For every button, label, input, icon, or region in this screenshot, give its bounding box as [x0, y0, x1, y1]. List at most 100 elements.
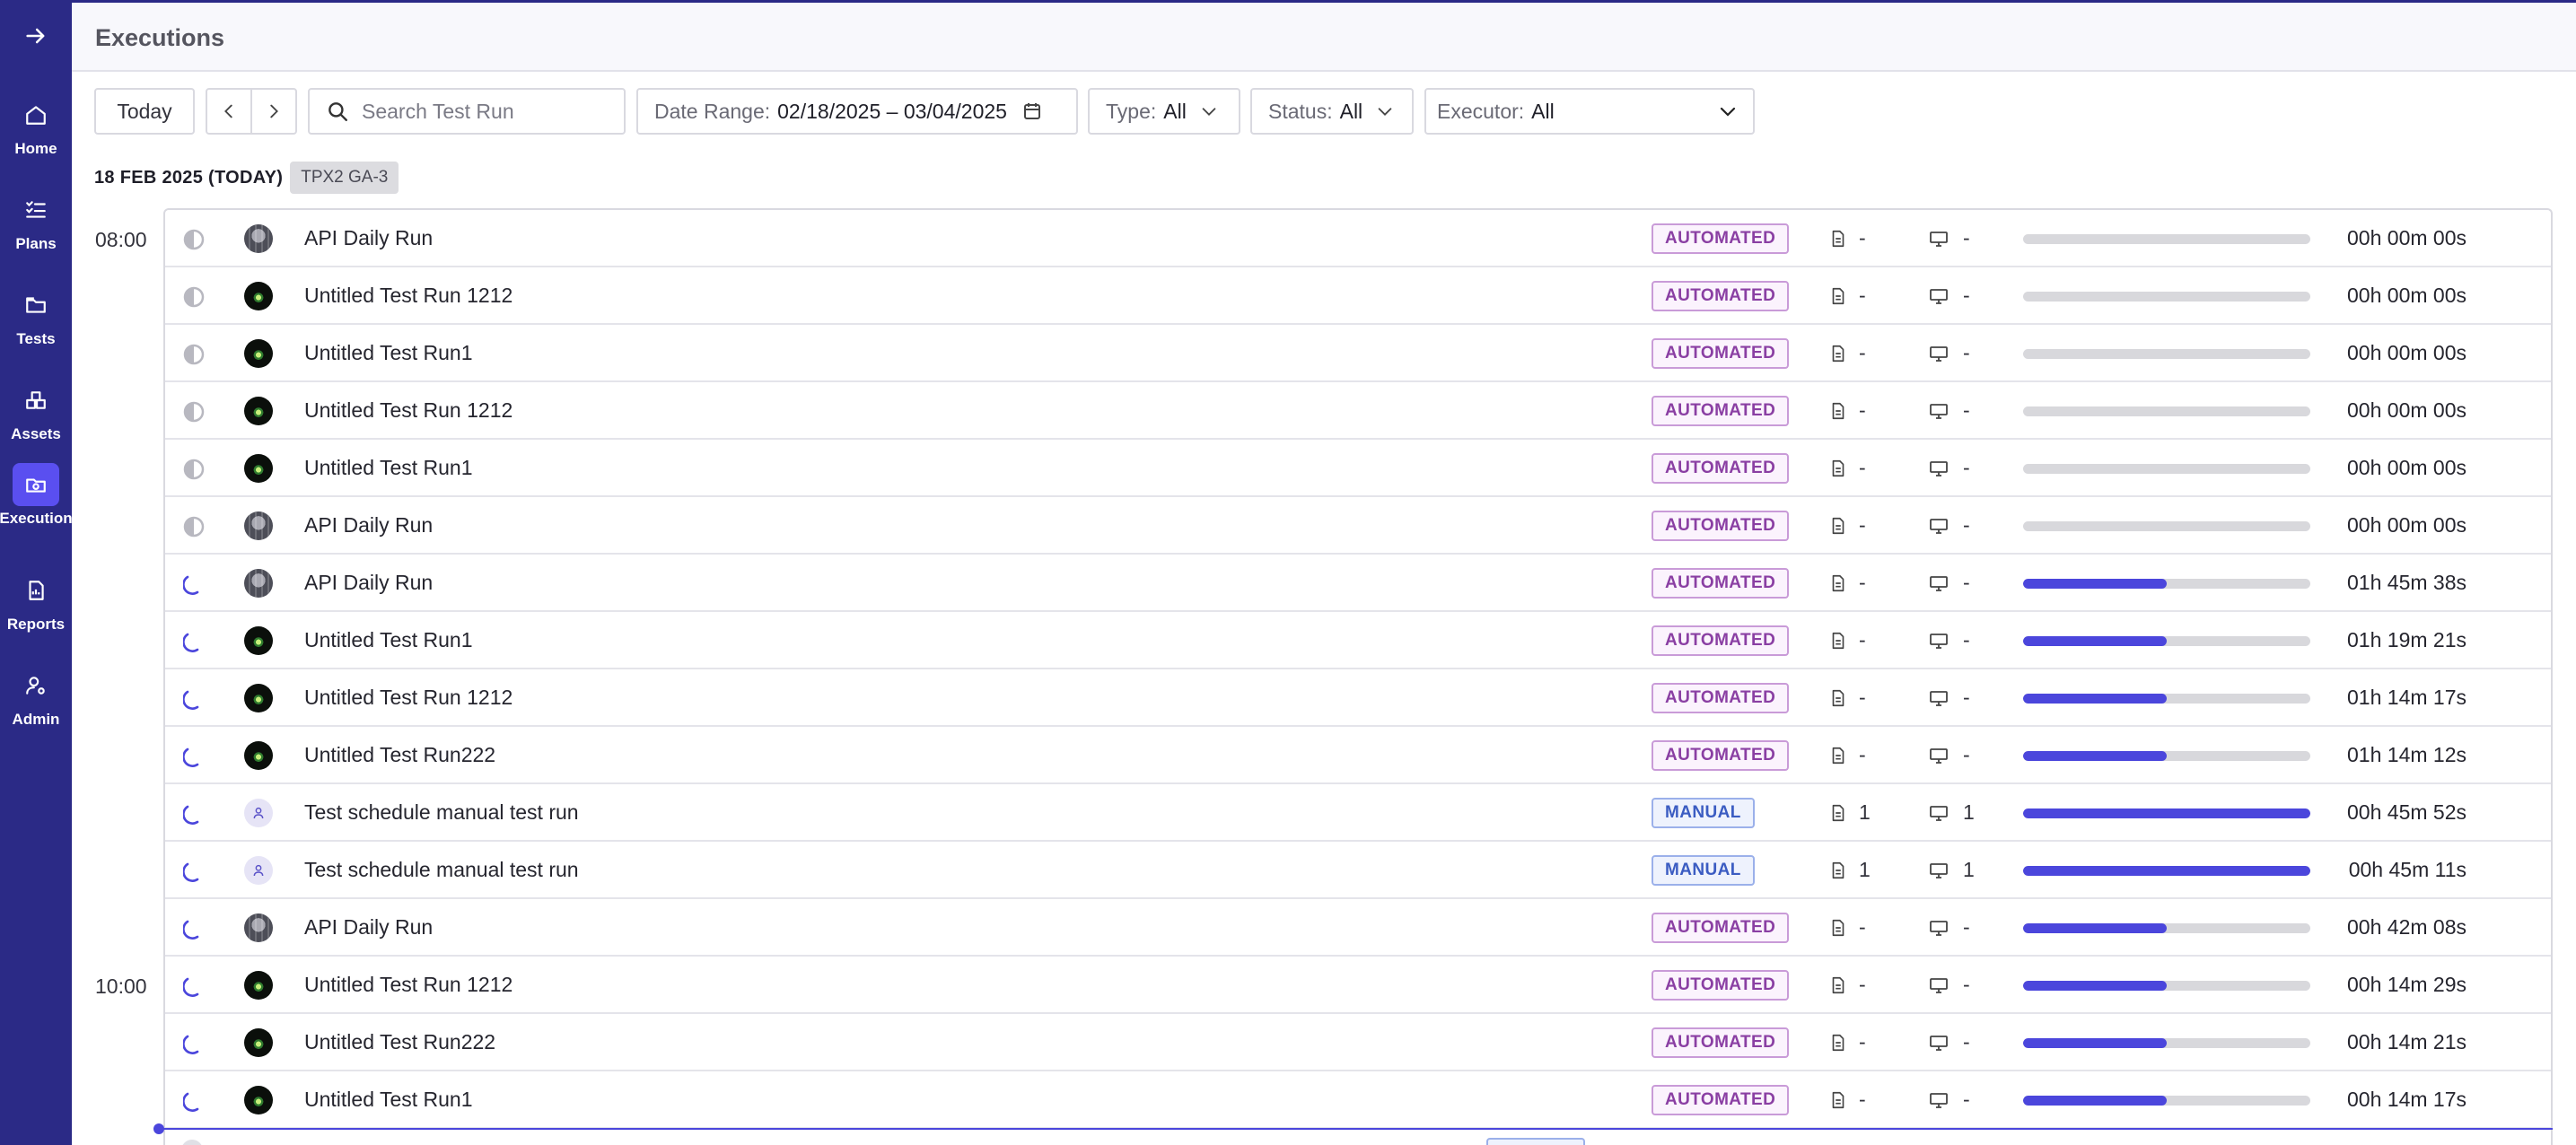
- sidebar-item-execution[interactable]: Execution: [0, 452, 73, 535]
- table-row[interactable]: Untitled Test Run 1212 AUTOMATED - - 00h 00m…: [165, 267, 2551, 325]
- device-count: -: [1927, 341, 1970, 365]
- run-name[interactable]: API Daily Run: [304, 226, 433, 250]
- test-count-value: -: [1859, 571, 1866, 594]
- type-badge: AUTOMATED: [1652, 453, 1790, 484]
- device-icon: [1930, 1035, 1948, 1051]
- run-name[interactable]: Untitled Test Run 1212: [304, 973, 513, 997]
- status-icon: [183, 229, 205, 250]
- today-button[interactable]: Today: [94, 88, 195, 135]
- table-row[interactable]: Untitled Test Run1 AUTOMATED - - 00h 00m 00s: [165, 440, 2551, 497]
- pending-status-icon: [183, 401, 205, 423]
- run-name[interactable]: API Daily Run: [304, 915, 433, 940]
- test-count-value: -: [1859, 743, 1866, 766]
- run-name[interactable]: Untitled Test Run222: [304, 1030, 495, 1054]
- arrow-right-icon: [26, 28, 45, 44]
- date-range-picker[interactable]: Date Range: 02/18/2025 – 03/04/2025: [636, 88, 1078, 135]
- table-row[interactable]: Untitled Test Run222 AUTOMATED - - 00h 14m 2…: [165, 1014, 2551, 1071]
- type-badge: [1486, 1138, 1585, 1145]
- search-field[interactable]: [308, 88, 626, 135]
- table-row[interactable]: Test schedule manual test run MANUAL 1 1 00h…: [165, 842, 2551, 899]
- date-group-title: 18 FEB 2025 (TODAY): [94, 167, 284, 188]
- sidebar-item-label: Reports: [6, 616, 66, 633]
- run-name[interactable]: Untitled Test Run 1212: [304, 686, 513, 710]
- table-row[interactable]: Untitled Test Run1 AUTOMATED - - 00h 14m 17s: [165, 1071, 2551, 1129]
- table-row[interactable]: API Daily Run AUTOMATED - - 00h 00m 00s: [165, 497, 2551, 555]
- run-name[interactable]: API Daily Run: [304, 571, 433, 595]
- table-row[interactable]: API Daily Run AUTOMATED - - 01h 45m 38s: [165, 555, 2551, 612]
- table-row[interactable]: Untitled Test Run222 AUTOMATED - - 01h 14m 1…: [165, 727, 2551, 784]
- chevron-right-icon: [270, 104, 278, 118]
- next-button[interactable]: [250, 88, 297, 135]
- run-name[interactable]: Untitled Test Run1: [304, 1088, 473, 1112]
- run-name[interactable]: Untitled Test Run1: [304, 341, 473, 365]
- home-icon: [26, 106, 46, 125]
- status-icon: [183, 975, 205, 997]
- device-count-value: -: [1963, 1030, 1970, 1053]
- table-row[interactable]: Test schedule manual test run MANUAL 1 1 00h…: [165, 784, 2551, 842]
- run-duration: 00h 14m 29s: [2347, 973, 2466, 996]
- sidebar-item-plans[interactable]: Plans: [0, 178, 72, 260]
- sidebar-item-reports[interactable]: Reports: [0, 558, 72, 641]
- run-duration: 00h 00m 00s: [2347, 398, 2466, 422]
- run-name[interactable]: Test schedule manual test run: [304, 800, 579, 825]
- executor-filter-dropdown[interactable]: Executor: All: [1424, 88, 1755, 135]
- device-count: -: [1927, 743, 1970, 767]
- test-count: 1: [1828, 800, 1871, 825]
- type-filter-dropdown[interactable]: Type: All: [1088, 88, 1240, 135]
- avatar: [244, 511, 273, 540]
- avatar: [244, 454, 273, 483]
- device-count-value: -: [1963, 284, 1970, 307]
- device-count-value: -: [1963, 743, 1970, 766]
- previous-button[interactable]: [206, 88, 252, 135]
- progress-fill: [2023, 579, 2167, 589]
- device-count-value: -: [1963, 226, 1970, 249]
- sidebar-item-label: Plans: [15, 235, 57, 252]
- sidebar-item-assets[interactable]: Assets: [0, 368, 72, 450]
- sidebar-item-home[interactable]: Home: [0, 83, 72, 165]
- run-name[interactable]: Untitled Test Run222: [304, 743, 495, 767]
- progress-fill: [2023, 1038, 2167, 1048]
- search-input[interactable]: [362, 99, 613, 124]
- progress-bar: [2023, 406, 2310, 416]
- type-badge: AUTOMATED: [1652, 568, 1790, 599]
- avatar: [244, 1028, 273, 1057]
- run-duration: 00h 00m 00s: [2347, 284, 2466, 307]
- table-row[interactable]: Untitled Test Run1 AUTOMATED - - 01h 19m 21s: [165, 612, 2551, 669]
- sidebar-item-label: Admin: [12, 711, 60, 728]
- device-icon: [1930, 575, 1948, 591]
- table-row[interactable]: Untitled Test Run 1212 AUTOMATED - - 00h 00m…: [165, 382, 2551, 440]
- run-name[interactable]: Untitled Test Run1: [304, 456, 473, 480]
- status-icon: [183, 344, 205, 365]
- device-icon: [1930, 977, 1948, 993]
- run-name[interactable]: Untitled Test Run1: [304, 628, 473, 652]
- avatar: [244, 397, 273, 425]
- run-name[interactable]: API Daily Run: [304, 513, 433, 538]
- status-filter-dropdown[interactable]: Status: All: [1250, 88, 1414, 135]
- test-count-value: -: [1859, 686, 1866, 709]
- sidebar-item-admin[interactable]: Admin: [0, 653, 72, 736]
- table-row[interactable]: Untitled Test Run 1212 AUTOMATED - - 01h 14m…: [165, 669, 2551, 727]
- run-name[interactable]: Untitled Test Run 1212: [304, 398, 513, 423]
- test-count: -: [1828, 456, 1866, 480]
- table-row[interactable]: API Daily Run AUTOMATED - - 00h 00m 00s: [165, 210, 2551, 267]
- device-count-value: -: [1963, 513, 1970, 537]
- device-count-value: -: [1963, 915, 1970, 939]
- test-case-icon: [1832, 345, 1844, 362]
- device-icon: [1930, 518, 1948, 534]
- avatar: [244, 971, 273, 1000]
- run-duration: 00h 00m 00s: [2347, 341, 2466, 364]
- avatar: [244, 741, 273, 770]
- table-row[interactable]: API Daily Run AUTOMATED - - 00h 42m 08s: [165, 899, 2551, 957]
- running-status-icon: [183, 805, 199, 825]
- table-row[interactable]: Untitled Test Run1 AUTOMATED - - 00h 00m 00s: [165, 325, 2551, 382]
- type-badge: AUTOMATED: [1652, 1085, 1790, 1115]
- sidebar-item-tests[interactable]: Tests: [0, 273, 72, 355]
- sidebar-expand-button[interactable]: [0, 0, 72, 72]
- run-name[interactable]: Untitled Test Run 1212: [304, 284, 513, 308]
- progress-bar: [2023, 694, 2310, 704]
- run-name[interactable]: Test schedule manual test run: [304, 858, 579, 882]
- pending-status-icon: [183, 459, 205, 480]
- status-icon: [183, 918, 205, 940]
- device-count: -: [1927, 1088, 1970, 1112]
- table-row[interactable]: Untitled Test Run 1212 AUTOMATED - - 00h 14m…: [165, 957, 2551, 1014]
